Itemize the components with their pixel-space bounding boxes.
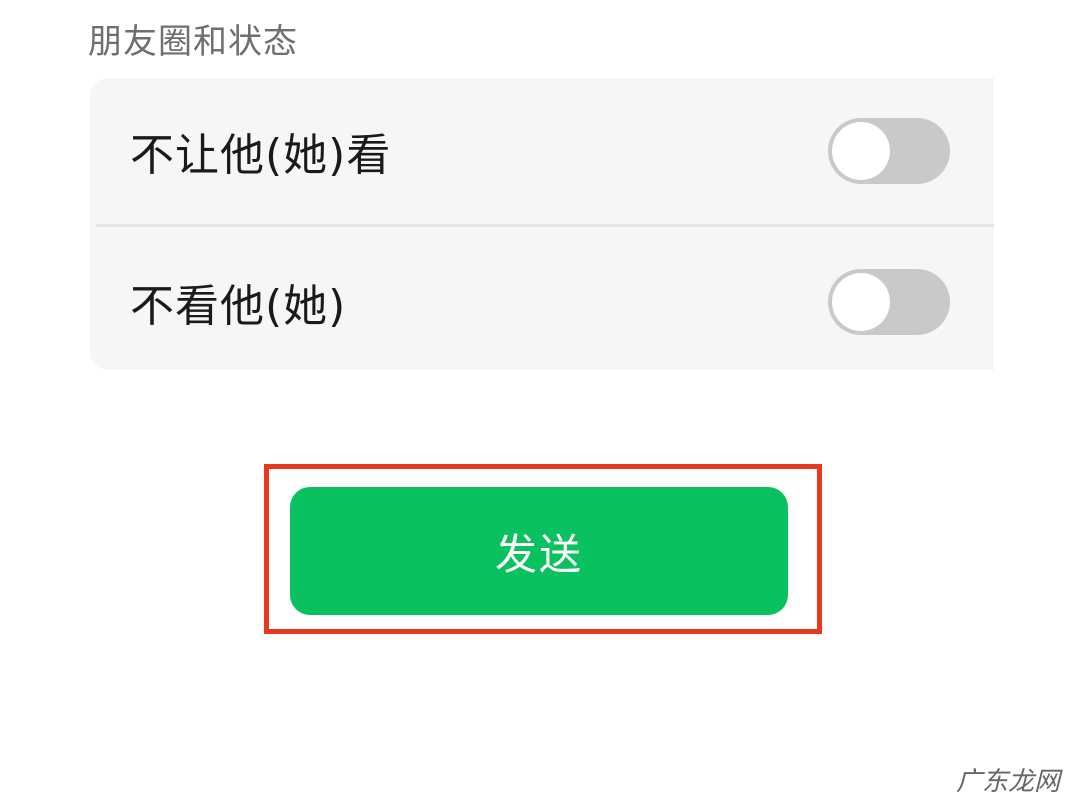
toggle-knob (832, 122, 890, 180)
toggle-knob (832, 273, 890, 331)
setting-label-hide-my-moments: 不让他(她)看 (130, 130, 392, 181)
setting-label-hide-their-moments: 不看他(她) (130, 281, 347, 332)
watermark-text: 广东龙网 (955, 767, 1060, 797)
setting-row-hide-their-moments[interactable]: 不看他(她) (90, 229, 994, 375)
hide-my-moments-toggle[interactable] (828, 118, 950, 184)
privacy-settings-card: 不让他(她)看 不看他(她) (90, 78, 994, 370)
setting-row-hide-my-moments[interactable]: 不让他(她)看 (90, 78, 994, 224)
send-button[interactable]: 发送 (290, 487, 788, 615)
hide-their-moments-toggle[interactable] (828, 269, 950, 335)
row-divider (96, 224, 994, 227)
section-title: 朋友圈和状态 (88, 22, 298, 62)
